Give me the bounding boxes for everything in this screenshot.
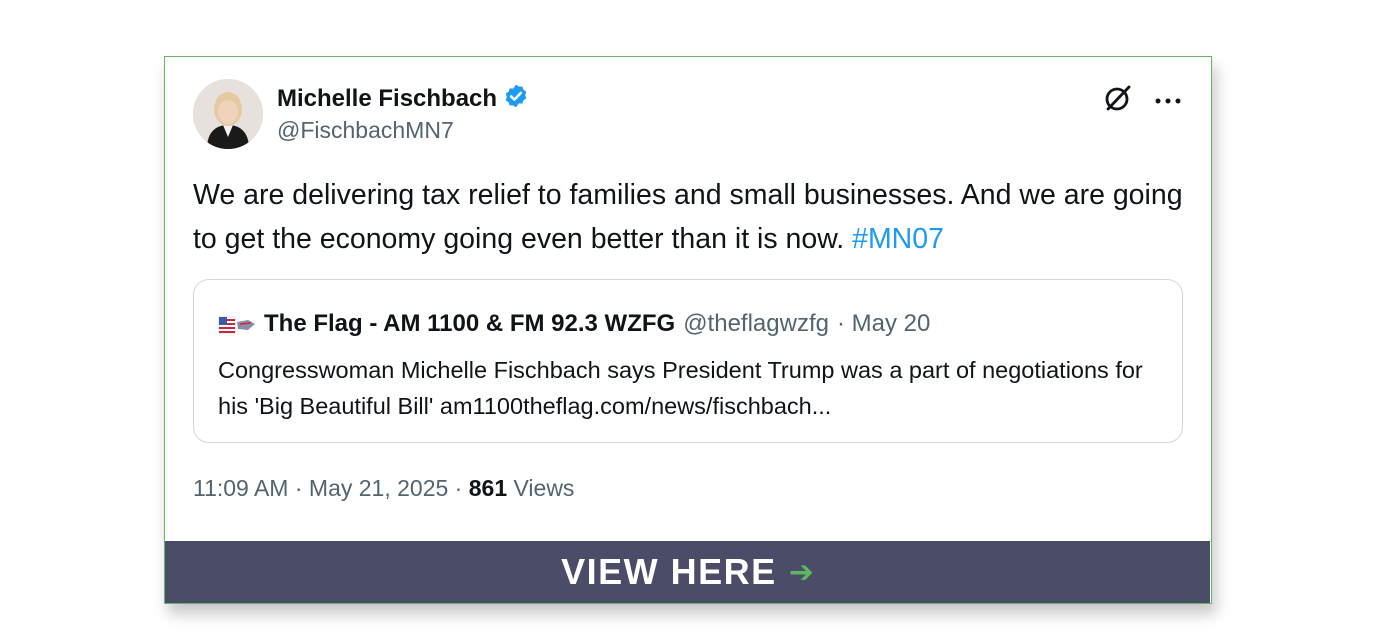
flag-icon	[218, 314, 256, 334]
author-name[interactable]: Michelle Fischbach	[277, 85, 497, 113]
view-here-button[interactable]: VIEW HERE ➔	[165, 541, 1210, 603]
grok-icon[interactable]	[1103, 83, 1133, 118]
tweet-card[interactable]: Michelle Fischbach @FischbachMN7 We are …	[164, 56, 1212, 604]
views-label: Views	[507, 475, 575, 501]
quote-author-handle[interactable]: @theflagwzfg	[683, 310, 829, 338]
author-avatar[interactable]	[193, 79, 263, 149]
verified-badge-icon	[503, 83, 529, 114]
arrow-right-icon: ➔	[788, 555, 814, 589]
views-count: 861	[468, 475, 508, 501]
tweet-text-main: We are delivering tax relief to families…	[193, 179, 1183, 255]
tweet-timestamp[interactable]: 11:09 AM · May 21, 2025 ·	[193, 475, 469, 501]
quote-date: · May 20	[836, 310, 931, 337]
hashtag-link[interactable]: #MN07	[852, 223, 944, 255]
view-here-label: VIEW HERE	[561, 551, 777, 592]
tweet-meta: 11:09 AM · May 21, 2025 · 861 Views	[193, 475, 574, 502]
author-handle[interactable]: @FischbachMN7	[277, 117, 454, 144]
quoted-tweet[interactable]: The Flag - AM 1100 & FM 92.3 WZFG @thefl…	[193, 279, 1183, 443]
quote-author-name[interactable]: The Flag - AM 1100 & FM 92.3 WZFG	[264, 310, 675, 338]
tweet-text: We are delivering tax relief to families…	[193, 173, 1183, 261]
more-options-icon[interactable]	[1155, 92, 1181, 110]
quote-text: Congresswoman Michelle Fischbach says Pr…	[218, 357, 1143, 419]
